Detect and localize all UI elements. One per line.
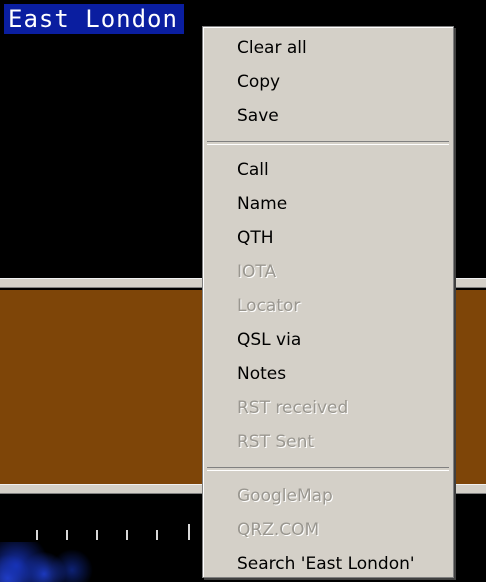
menu-separator (207, 467, 449, 471)
scale-tick (66, 530, 68, 540)
menu-item-clear-all[interactable]: Clear all (203, 31, 453, 65)
menu-item-qsl-via[interactable]: QSL via (203, 323, 453, 357)
scale-tick (126, 530, 128, 540)
scale-tick (36, 530, 38, 540)
selected-text[interactable]: East London (4, 4, 184, 34)
menu-item-locator: Locator (237, 296, 301, 316)
menu-item-rst-received: RST received (237, 398, 349, 418)
scale-tick (188, 524, 190, 540)
menu-item-save[interactable]: Save (203, 99, 453, 133)
menu-item-qrz-com: QRZ.COM (237, 520, 320, 540)
menu-item-name[interactable]: Name (203, 187, 453, 221)
menu-item-search-east-london[interactable]: Search 'East London' (203, 547, 453, 581)
menu-item-qth[interactable]: QTH (203, 221, 453, 255)
menu-item-rst-sent: RST Sent (237, 432, 315, 452)
scale-tick (96, 530, 98, 540)
menu-item-googlemap: GoogleMap (237, 486, 333, 506)
menu-item-copy[interactable]: Copy (203, 65, 453, 99)
waterfall-signal (0, 542, 200, 582)
menu-item-iota: IOTA (237, 262, 277, 282)
context-menu: Clear all Copy Save Call Name QTH IOTA Locator Q… (202, 26, 454, 578)
menu-item-notes[interactable]: Notes (203, 357, 453, 391)
menu-item-call[interactable]: Call (203, 153, 453, 187)
menu-separator (207, 141, 449, 145)
scale-tick (156, 530, 158, 540)
